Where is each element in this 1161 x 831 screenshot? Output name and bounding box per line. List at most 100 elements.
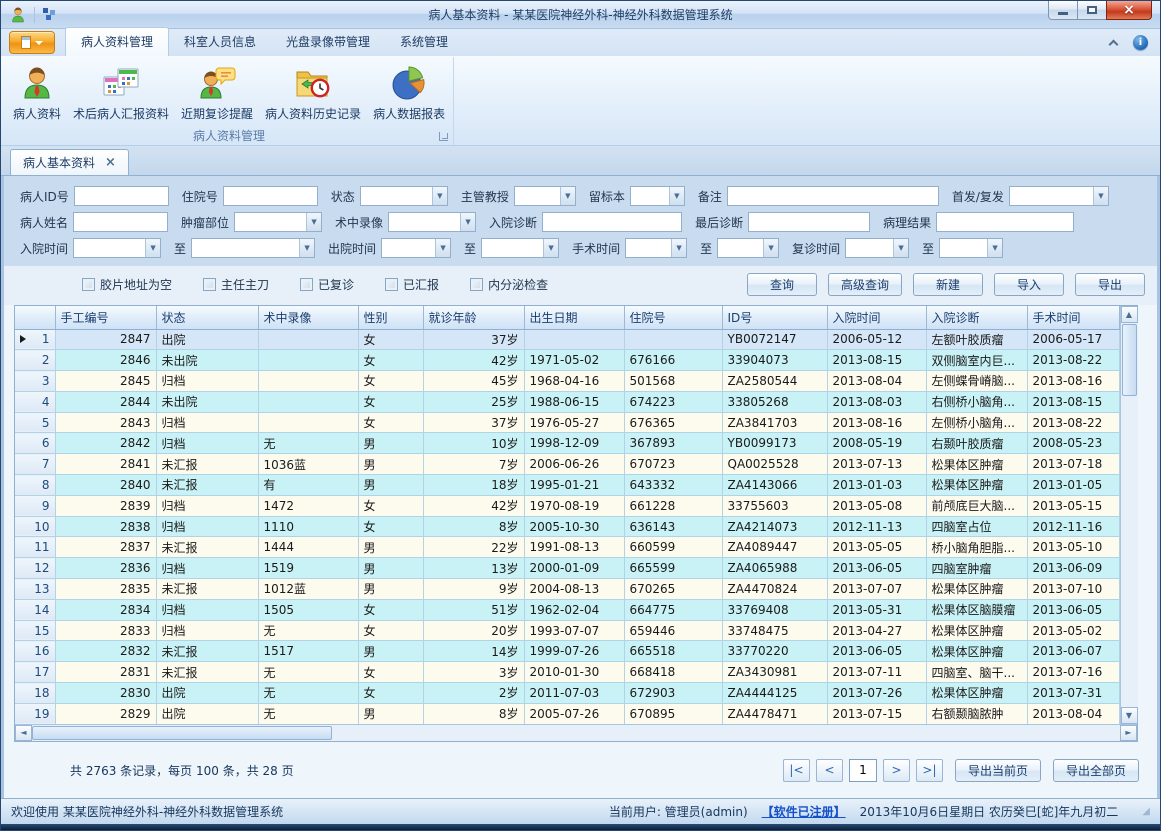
export-button[interactable]: 导出 [1075, 273, 1145, 296]
table-row[interactable]: 112837未汇报1444男22岁1991-08-13660599ZA40894… [15, 537, 1119, 558]
new-button[interactable]: 新建 [913, 273, 983, 296]
table-row[interactable]: 102838归档1110女8岁2005-10-30636143ZA4214073… [15, 516, 1119, 537]
surgery-time-from-combo[interactable] [625, 238, 687, 258]
ribbon-button-revisit-reminder[interactable]: 近期复诊提醒 [175, 60, 259, 124]
vertical-scrollbar[interactable]: ▲ ▼ [1120, 306, 1138, 724]
last-page-button[interactable]: >| [916, 759, 943, 782]
vertical-scroll-track[interactable] [1121, 397, 1138, 707]
discharge-time-to-combo[interactable] [481, 238, 559, 258]
table-row[interactable]: 42844未出院女25岁1988-06-15674223338052682013… [15, 391, 1119, 412]
close-button[interactable] [1106, 1, 1152, 20]
table-row[interactable]: 52843归档女37岁1976-05-27676365ZA38417032013… [15, 412, 1119, 433]
import-button[interactable]: 导入 [994, 273, 1064, 296]
table-row[interactable]: 62842归档无男10岁1998-12-09367893YB0099173200… [15, 433, 1119, 454]
checkbox-reported[interactable]: 已汇报 [385, 276, 439, 293]
column-header-surgery-time[interactable]: 手术时间 [1027, 306, 1119, 329]
horizontal-scrollbar[interactable]: ◄ ► [15, 724, 1137, 741]
table-row[interactable]: 22846未出院女42岁1971-05-02676166339040732013… [15, 350, 1119, 371]
column-header-admission-no[interactable]: 住院号 [624, 306, 722, 329]
remark-input[interactable] [727, 186, 939, 206]
ribbon-button-patient-history[interactable]: 病人资料历史记录 [259, 60, 367, 124]
export-current-page-button[interactable]: 导出当前页 [955, 759, 1041, 782]
column-header-manual-no[interactable]: 手工编号 [55, 306, 156, 329]
table-row[interactable]: 72841未汇报1036蓝男7岁2006-06-26670723QA002552… [15, 454, 1119, 475]
application-menu-button[interactable] [9, 31, 55, 54]
ribbon-tab-patient-data-management[interactable]: 病人资料管理 [65, 27, 169, 56]
table-row[interactable]: 12847出院女37岁YB00721472006-05-12左额叶胶质瘤2006… [15, 329, 1119, 350]
specimen-combo[interactable] [630, 186, 685, 206]
scroll-right-button[interactable]: ► [1120, 725, 1137, 741]
advanced-query-button[interactable]: 高级查询 [828, 273, 902, 296]
table-row[interactable]: 162832未汇报1517男14岁1999-07-266655183377022… [15, 641, 1119, 662]
patient-id-input[interactable] [74, 186, 169, 206]
pathology-result-input[interactable] [936, 212, 1074, 232]
surgery-time-to-combo[interactable] [717, 238, 779, 258]
table-row[interactable]: 122836归档1519男13岁2000-01-09665599ZA406598… [15, 558, 1119, 579]
patient-name-input[interactable] [73, 212, 168, 232]
admission-diagnosis-input[interactable] [542, 212, 682, 232]
column-header-age[interactable]: 就诊年龄 [423, 306, 524, 329]
status-combo[interactable] [360, 186, 448, 206]
horizontal-scroll-track[interactable] [332, 725, 1120, 741]
revisit-time-to-combo[interactable] [939, 238, 1003, 258]
table-row[interactable]: 172831未汇报无女3岁2010-01-30668418ZA343098120… [15, 662, 1119, 683]
ribbon-tab-system-management[interactable]: 系统管理 [385, 28, 463, 56]
scroll-left-button[interactable]: ◄ [15, 725, 32, 741]
table-row[interactable]: 92839归档1472女42岁1970-08-19661228337556032… [15, 495, 1119, 516]
previous-page-button[interactable]: < [816, 759, 843, 782]
ribbon-button-postop-report-data[interactable]: 术后病人汇报资料 [67, 60, 175, 124]
admission-no-input[interactable] [223, 186, 318, 206]
column-header-status[interactable]: 状态 [156, 306, 258, 329]
column-header-admission-diagnosis[interactable]: 入院诊断 [926, 306, 1027, 329]
ribbon-button-patient-data[interactable]: 病人资料 [7, 60, 67, 124]
collapse-ribbon-icon[interactable] [1109, 40, 1119, 50]
table-row[interactable]: 152833归档无女20岁1993-07-0765944633748475201… [15, 620, 1119, 641]
minimize-button[interactable] [1048, 1, 1078, 20]
quick-access-grid-icon[interactable] [42, 7, 57, 22]
current-page-input[interactable] [849, 759, 877, 782]
table-row[interactable]: 142834归档1505女51岁1962-02-0466477533769408… [15, 599, 1119, 620]
checkbox-revisited[interactable]: 已复诊 [300, 276, 354, 293]
checkbox-film-address-empty[interactable]: 胶片地址为空 [82, 276, 172, 293]
table-row[interactable]: 82840未汇报有男18岁1995-01-21643332ZA414306620… [15, 475, 1119, 496]
column-header-admission-time[interactable]: 入院时间 [827, 306, 926, 329]
admission-time-from-combo[interactable] [73, 238, 161, 258]
surgery-video-combo[interactable] [388, 212, 476, 232]
next-page-button[interactable]: > [883, 759, 910, 782]
query-button[interactable]: 查询 [747, 273, 817, 296]
scroll-up-button[interactable]: ▲ [1121, 306, 1138, 323]
tumor-site-combo[interactable] [234, 212, 322, 232]
ribbon-tab-department-staff-info[interactable]: 科室人员信息 [169, 28, 271, 56]
checkbox-endocrine-exam[interactable]: 内分泌检查 [470, 276, 548, 293]
horizontal-scroll-thumb[interactable] [32, 726, 332, 740]
vertical-scroll-thumb[interactable] [1122, 324, 1137, 396]
resize-grip-icon[interactable] [1142, 806, 1150, 817]
revisit-time-from-combo[interactable] [845, 238, 909, 258]
license-registered-link[interactable]: 【软件已注册】 [762, 803, 846, 820]
column-header-gender[interactable]: 性别 [358, 306, 423, 329]
info-icon[interactable]: i [1133, 35, 1148, 50]
ribbon-button-patient-report[interactable]: 病人数据报表 [367, 60, 451, 124]
scroll-down-button[interactable]: ▼ [1121, 707, 1138, 724]
professor-combo[interactable] [514, 186, 576, 206]
first-page-button[interactable]: |< [783, 759, 810, 782]
export-all-pages-button[interactable]: 导出全部页 [1053, 759, 1139, 782]
table-row[interactable]: 192829出院无男8岁2005-07-26670895ZA4478471201… [15, 703, 1119, 724]
ribbon-tab-disc-video-management[interactable]: 光盘录像带管理 [271, 28, 385, 56]
tab-close-icon[interactable] [105, 155, 116, 170]
table-row[interactable]: 132835未汇报1012蓝男9岁2004-08-13670265ZA44708… [15, 579, 1119, 600]
table-row[interactable]: 32845归档女45岁1968-04-16501568ZA25805442013… [15, 371, 1119, 392]
column-header-surgery-video[interactable]: 术中录像 [258, 306, 358, 329]
tab-patient-basic-info[interactable]: 病人基本资料 [10, 149, 129, 175]
column-header-birth-date[interactable]: 出生日期 [524, 306, 624, 329]
maximize-button[interactable] [1077, 1, 1107, 20]
first-or-recurrence-combo[interactable] [1009, 186, 1109, 206]
checkbox-chief-surgeon[interactable]: 主任主刀 [203, 276, 269, 293]
final-diagnosis-input[interactable] [748, 212, 870, 232]
column-header-id-no[interactable]: ID号 [722, 306, 827, 329]
table-row[interactable]: 182830出院无女2岁2011-07-03672903ZA4444125201… [15, 683, 1119, 704]
admission-time-to-combo[interactable] [191, 238, 315, 258]
group-dialog-launcher-icon[interactable] [439, 132, 448, 141]
column-header-row-selector[interactable] [15, 306, 55, 329]
discharge-time-from-combo[interactable] [381, 238, 451, 258]
